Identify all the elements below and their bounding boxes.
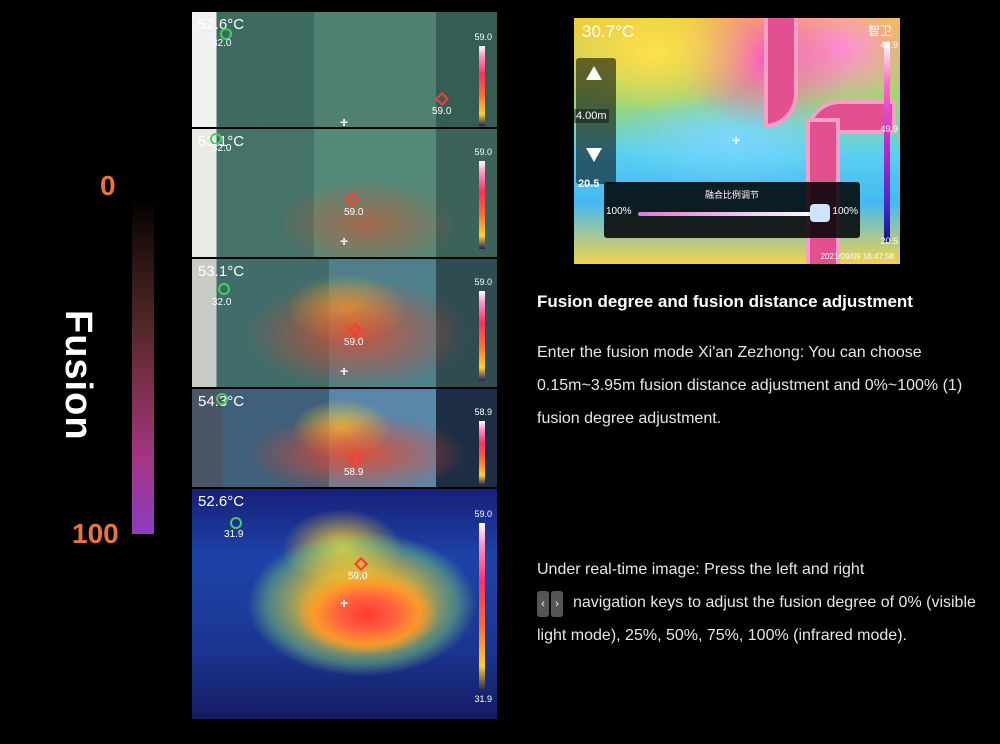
slider-left-value: 100% <box>606 206 632 217</box>
slider-thumb[interactable] <box>810 204 830 222</box>
frame-min-temp: 32.0 <box>212 38 232 49</box>
thermal-frame-1: 53.1°C 32.0 59.0 + 59.0 <box>192 129 497 257</box>
realtime-description: Under real-time image: Press the left an… <box>537 553 977 652</box>
frame-min-temp: 31.9 <box>224 529 244 540</box>
device-datetime: 2021/09/09 16:47:58 <box>820 252 894 261</box>
hotspot-value: 58.9 <box>344 467 364 478</box>
device-min-temp: 20.5 <box>578 178 600 190</box>
target-icon <box>230 517 242 529</box>
pipe-shape <box>764 18 798 128</box>
frame-temperature: 52.6°C <box>198 493 245 510</box>
distance-down-icon[interactable] <box>586 148 602 162</box>
thermal-frame-4: 52.6°C 31.9 59.0 + 59.0 31.9 <box>192 489 497 719</box>
fusion-gradient-bar <box>132 198 154 534</box>
slider-title: 融合比例调节 <box>704 190 759 200</box>
device-bar-mid: 49.9 <box>880 124 898 134</box>
fusion-mode-description: Enter the fusion mode Xi'an Zezhong: You… <box>537 344 963 427</box>
thermal-frame-0: 52.6°C 32.0 59.0 + 59.0 <box>192 12 497 127</box>
color-scale-bar <box>479 161 485 249</box>
scale-bottom-label: 100 <box>72 518 119 549</box>
hotspot-value: 59.0 <box>348 571 368 582</box>
color-scale-bar <box>479 46 485 126</box>
fusion-title: Fusion <box>57 310 99 441</box>
device-brand-logo: 智卫 <box>867 24 892 38</box>
crosshair-icon: + <box>340 595 349 611</box>
color-scale-top: 59.0 <box>474 509 492 519</box>
target-icon <box>218 283 230 295</box>
frame-min-temp: 32.0 <box>212 297 232 308</box>
right-key-icon: › <box>551 591 563 618</box>
device-bar-top: 49.9 <box>880 40 898 50</box>
realtime-text-a: Under real-time image: Press the left an… <box>537 561 865 578</box>
device-color-bar <box>884 42 890 242</box>
slider-track[interactable] <box>638 212 820 216</box>
navigation-keys: ‹ › <box>537 586 565 619</box>
color-scale-top: 59.0 <box>474 32 492 42</box>
left-key-icon: ‹ <box>537 591 549 618</box>
frame-temperature: 53.1°C <box>198 263 245 280</box>
crosshair-icon: + <box>732 132 741 148</box>
crosshair-icon: + <box>340 114 349 127</box>
hotspot-value: 59.0 <box>432 106 452 117</box>
color-scale-top: 59.0 <box>474 277 492 287</box>
hotspot-value: 59.0 <box>344 337 364 348</box>
thermal-frame-3: 54.3°C 58.9 58.9 <box>192 389 497 487</box>
slider-right-value: 100% <box>832 206 858 217</box>
color-scale-top: 58.9 <box>474 407 492 417</box>
device-temperature: 30.7°C <box>582 22 635 41</box>
fusion-slider-dialog: 融合比例调节 100% 100% <box>604 182 860 238</box>
thermal-frame-2: 53.1°C 32.0 59.0 + 59.0 <box>192 259 497 387</box>
distance-value: 4.00m <box>574 109 609 123</box>
color-scale-bar <box>479 421 485 485</box>
frame-min-temp: 32.0 <box>212 143 232 154</box>
section-heading: Fusion degree and fusion distance adjust… <box>537 292 913 311</box>
target-icon <box>216 393 228 405</box>
hotspot-value: 59.0 <box>344 207 364 218</box>
color-scale-top: 59.0 <box>474 147 492 157</box>
color-scale-bar <box>479 291 485 381</box>
color-scale-bar <box>479 523 485 691</box>
realtime-text-b: navigation keys to adjust the fusion deg… <box>537 594 976 645</box>
device-screen: 30.7°C 智卫 4.00m 20.5 + 49.9 49.9 20.5 融合… <box>574 18 900 264</box>
distance-up-icon[interactable] <box>586 66 602 80</box>
crosshair-icon: + <box>340 363 349 379</box>
color-scale-bottom: 31.9 <box>474 694 492 704</box>
crosshair-icon: + <box>340 233 349 249</box>
device-bar-bottom: 20.5 <box>880 236 898 246</box>
scale-top-label: 0 <box>100 170 116 201</box>
